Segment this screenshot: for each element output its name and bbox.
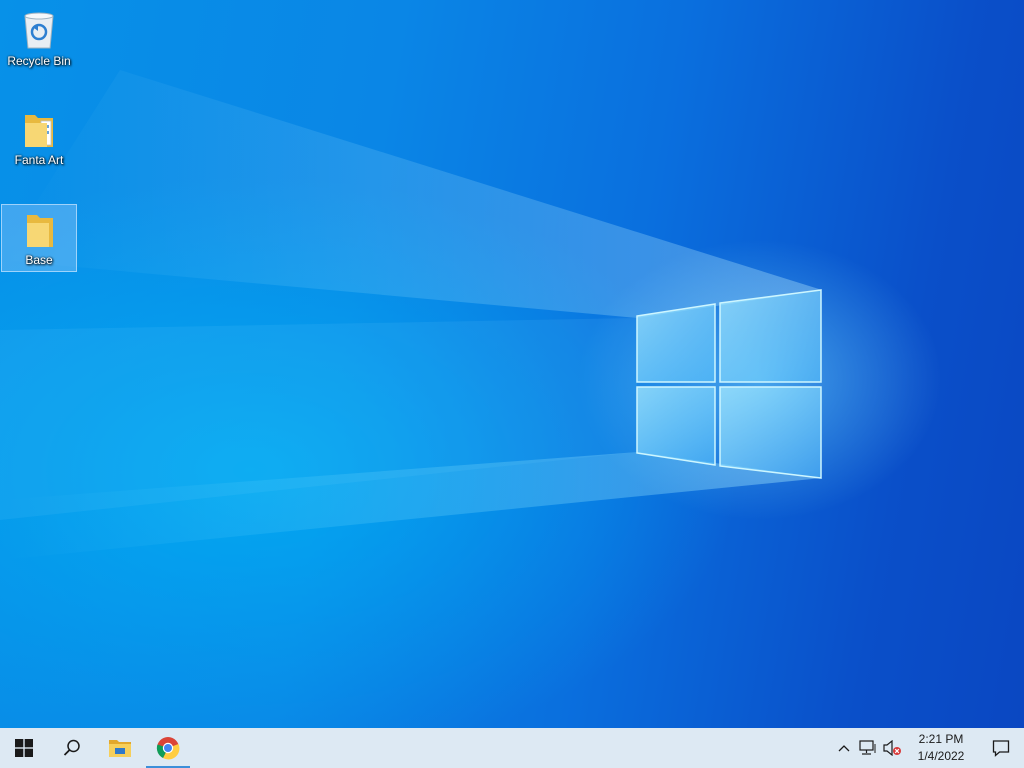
- desktop-icon-label: Fanta Art: [14, 153, 64, 167]
- folder-icon: [19, 109, 59, 149]
- taskbar-app-chrome[interactable]: [144, 728, 192, 768]
- recycle-bin-icon: [19, 10, 59, 50]
- desktop-icon-label: Base: [25, 253, 53, 267]
- chrome-icon: [156, 737, 180, 760]
- action-center-icon: [992, 740, 1010, 757]
- windows-logo-wallpaper: [636, 289, 822, 479]
- volume-muted-icon: [883, 740, 901, 756]
- taskbar-app-file-explorer[interactable]: [96, 728, 144, 768]
- file-explorer-icon: [109, 740, 131, 757]
- desktop-icon-label: Recycle Bin: [7, 54, 71, 68]
- search-button[interactable]: [48, 728, 96, 768]
- network-button[interactable]: [856, 728, 880, 768]
- show-hidden-icons-button[interactable]: [832, 728, 856, 768]
- clock-date: 1/4/2022: [917, 749, 965, 763]
- clock-time: 2:21 PM: [918, 732, 964, 746]
- system-tray: 2:21 PM 1/4/2022: [832, 728, 1024, 768]
- desktop-icon-base[interactable]: Base: [1, 204, 77, 272]
- start-button[interactable]: [0, 728, 48, 768]
- chevron-up-icon: [838, 745, 850, 752]
- taskbar: 2:21 PM 1/4/2022: [0, 728, 1024, 768]
- clock[interactable]: 2:21 PM 1/4/2022: [904, 728, 978, 768]
- windows-logo-icon: [15, 739, 33, 757]
- folder-icon: [19, 209, 59, 249]
- network-icon: [859, 740, 876, 755]
- desktop-icon-recycle-bin[interactable]: Recycle Bin: [1, 6, 77, 74]
- action-center-button[interactable]: [978, 728, 1024, 768]
- desktop-icon-fanta-art[interactable]: Fanta Art: [1, 105, 77, 173]
- volume-button[interactable]: [880, 728, 904, 768]
- wallpaper-light-beams: [0, 70, 822, 560]
- desktop[interactable]: Recycle Bin Fanta Art Base: [0, 0, 1024, 728]
- search-icon: [63, 739, 80, 756]
